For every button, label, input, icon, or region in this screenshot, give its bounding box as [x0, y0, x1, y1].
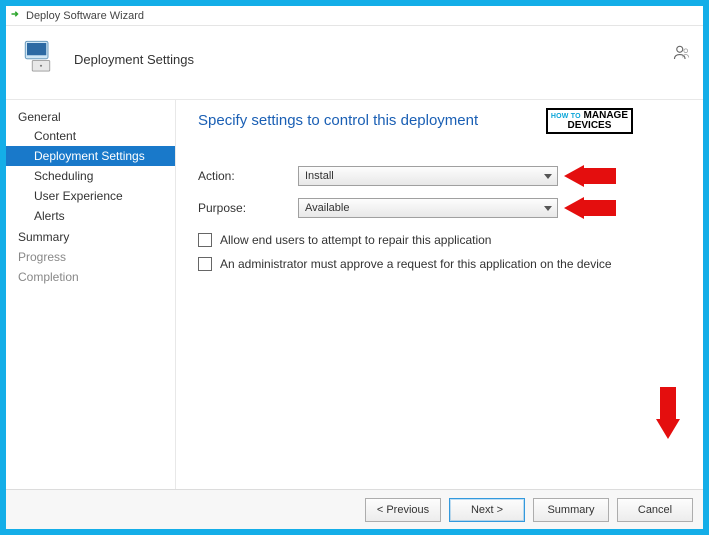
- purpose-value: Available: [305, 202, 349, 214]
- previous-button[interactable]: < Previous: [365, 498, 441, 522]
- checkbox-repair-row: Allow end users to attempt to repair thi…: [198, 233, 681, 247]
- header: Deployment Settings: [6, 26, 703, 100]
- checkbox-repair-label: Allow end users to attempt to repair thi…: [220, 233, 491, 247]
- window-title: Deploy Software Wizard: [26, 10, 144, 22]
- next-button[interactable]: Next >: [449, 498, 525, 522]
- watermark-badge: HOW TO MANAGE DEVICES: [546, 108, 633, 134]
- app-icon: [10, 8, 22, 23]
- wizard-window: Deploy Software Wizard Deployment Settin…: [6, 6, 703, 529]
- nav-item-scheduling[interactable]: Scheduling: [6, 166, 175, 186]
- nav-group-general[interactable]: General: [6, 106, 175, 126]
- nav-group-completion: Completion: [6, 266, 175, 286]
- titlebar: Deploy Software Wizard: [6, 6, 703, 26]
- watermark-sub: HOW TO: [551, 113, 581, 120]
- purpose-select[interactable]: Available: [298, 198, 558, 218]
- deployment-computer-icon: [20, 36, 62, 83]
- nav-group-summary[interactable]: Summary: [6, 226, 175, 246]
- nav-item-content[interactable]: Content: [6, 126, 175, 146]
- sidebar: General Content Deployment Settings Sche…: [6, 100, 176, 489]
- action-row: Action: Install: [198, 165, 681, 187]
- annotation-arrow-purpose: [564, 197, 616, 219]
- action-value: Install: [305, 170, 334, 182]
- action-select[interactable]: Install: [298, 166, 558, 186]
- purpose-row: Purpose: Available: [198, 197, 681, 219]
- cancel-button[interactable]: Cancel: [617, 498, 693, 522]
- checkbox-approve-row: An administrator must approve a request …: [198, 257, 681, 271]
- action-label: Action:: [198, 169, 298, 183]
- header-title: Deployment Settings: [74, 52, 194, 67]
- summary-button[interactable]: Summary: [533, 498, 609, 522]
- nav-item-alerts[interactable]: Alerts: [6, 206, 175, 226]
- watermark-bottom: DEVICES: [568, 120, 612, 131]
- annotation-arrow-next: [656, 387, 680, 439]
- nav-item-user-experience[interactable]: User Experience: [6, 186, 175, 206]
- content-pane: HOW TO MANAGE DEVICES Specify settings t…: [176, 100, 703, 489]
- checkbox-repair[interactable]: [198, 233, 212, 247]
- footer: < Previous Next > Summary Cancel: [6, 489, 703, 529]
- nav-item-deployment-settings[interactable]: Deployment Settings: [6, 146, 175, 166]
- purpose-label: Purpose:: [198, 201, 298, 215]
- annotation-arrow-action: [564, 165, 616, 187]
- nav-group-progress: Progress: [6, 246, 175, 266]
- body: General Content Deployment Settings Sche…: [6, 100, 703, 489]
- user-icon: [673, 44, 691, 67]
- checkbox-approve-label: An administrator must approve a request …: [220, 257, 612, 271]
- checkbox-approve[interactable]: [198, 257, 212, 271]
